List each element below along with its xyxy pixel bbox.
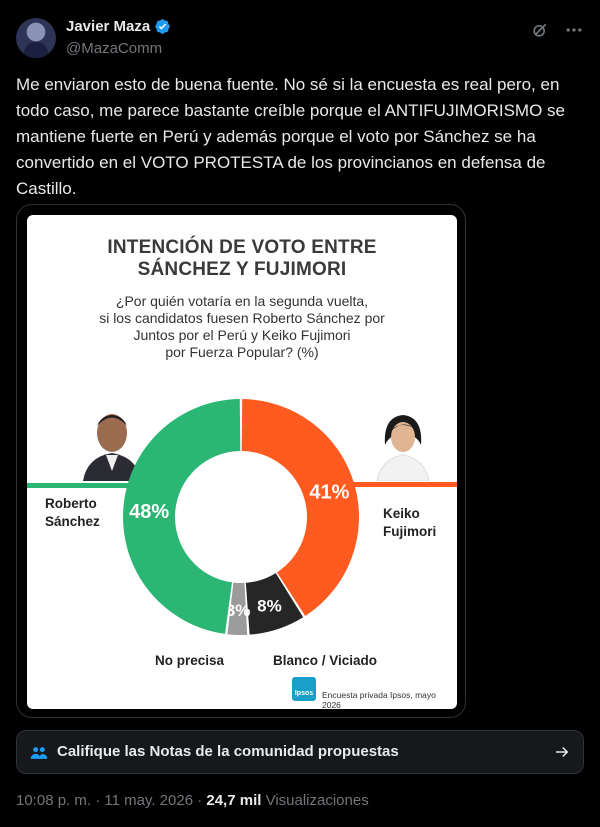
people-icon (30, 747, 48, 759)
question-line: Juntos por el Perú y Keiko Fujimori (133, 327, 351, 343)
grok-icon[interactable] (530, 20, 550, 40)
fujimori-label-line: Keiko (383, 506, 420, 521)
tweet-header: Javier Maza @MazaComm (16, 14, 584, 62)
views-count: 24,7 mil (206, 792, 262, 809)
author-name[interactable]: Javier Maza (66, 18, 150, 35)
graphic-title-line2: SÁNCHEZ Y FUJIMORI (137, 259, 347, 280)
blanco-label: Blanco / Viciado (273, 653, 378, 668)
pct-sanchez: 48% (129, 501, 169, 523)
avatar[interactable] (16, 18, 56, 58)
question-line: ¿Por quién votaría en la segunda vuelta, (115, 293, 369, 309)
fujimori-photo (373, 405, 433, 481)
donut-chart: 41% 8% 3% 48% (122, 399, 359, 635)
graphic-title-line1: INTENCIÓN DE VOTO ENTRE (107, 237, 377, 258)
question-line: si los candidatos fuesen Roberto Sánchez… (99, 310, 385, 326)
fujimori-label-line: Fujimori (383, 524, 437, 539)
pct-fujimori: 41% (309, 481, 349, 503)
fujimori-accent-bar (347, 482, 457, 487)
pct-noprecisa: 3% (226, 601, 251, 620)
tweet-meta: 10:08 p. m. · 11 may. 2026 · 24,7 mil Vi… (16, 792, 369, 809)
more-icon[interactable] (564, 20, 584, 40)
author-handle[interactable]: @MazaComm (66, 40, 162, 57)
tweet-media[interactable]: INTENCIÓN DE VOTO ENTRE SÁNCHEZ Y FUJIMO… (16, 204, 466, 718)
noprecisa-label: No precisa (155, 653, 225, 668)
sanchez-label: Roberto Sánchez (45, 495, 100, 531)
verified-badge-icon (155, 19, 170, 34)
survey-source: Encuesta privada Ipsos, mayo 2026 (322, 690, 436, 710)
views-label: Visualizaciones (261, 792, 369, 809)
pct-blanco: 8% (257, 596, 282, 615)
sanchez-label-line: Sánchez (45, 514, 100, 529)
poll-graphic: INTENCIÓN DE VOTO ENTRE SÁNCHEZ Y FUJIMO… (27, 215, 457, 710)
fujimori-label: Keiko Fujimori (383, 505, 436, 541)
question-line: por Fuerza Popular? (%) (165, 344, 319, 360)
sanchez-label-line: Roberto (45, 496, 97, 511)
timestamp[interactable]: 10:08 p. m. · 11 may. 2026 · (16, 792, 206, 809)
community-notes-bar[interactable]: Califique las Notas de la comunidad prop… (16, 730, 584, 774)
ipsos-logo: Ipsos (292, 677, 316, 701)
tweet-text: Me enviaron esto de buena fuente. No sé … (16, 75, 565, 198)
arrow-right-icon[interactable] (553, 743, 571, 761)
community-notes-label[interactable]: Califique las Notas de la comunidad prop… (57, 743, 399, 760)
author-name-row[interactable]: Javier Maza (66, 18, 171, 35)
